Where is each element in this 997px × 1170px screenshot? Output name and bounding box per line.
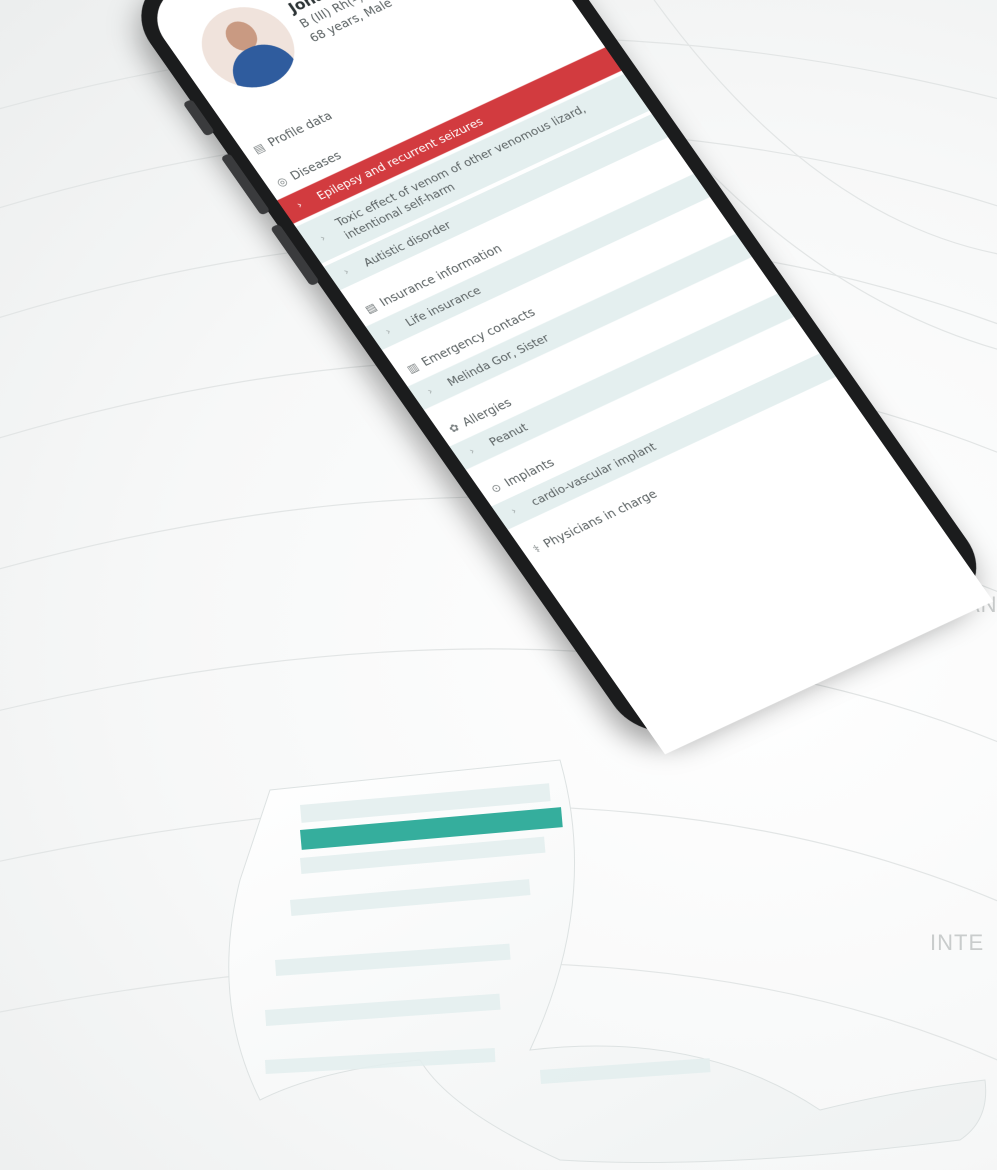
chevron-right-icon: › [425,386,436,397]
id-card-icon: ▤ [250,140,268,156]
diseases-icon: ◎ [273,174,290,190]
chevron-right-icon: › [383,326,394,338]
implant-icon: ⊙ [488,480,504,496]
chevron-right-icon: › [294,199,305,211]
insurance-icon: ▧ [362,300,380,316]
physician-icon: ⚕ [529,541,543,556]
avatar [184,0,313,102]
chevron-right-icon: › [509,505,520,517]
allergy-icon: ✿ [446,420,462,436]
chevron-right-icon: › [467,446,478,457]
chevron-right-icon: › [318,233,329,244]
contacts-icon: ▥ [404,360,422,376]
chevron-right-icon: › [341,266,352,278]
